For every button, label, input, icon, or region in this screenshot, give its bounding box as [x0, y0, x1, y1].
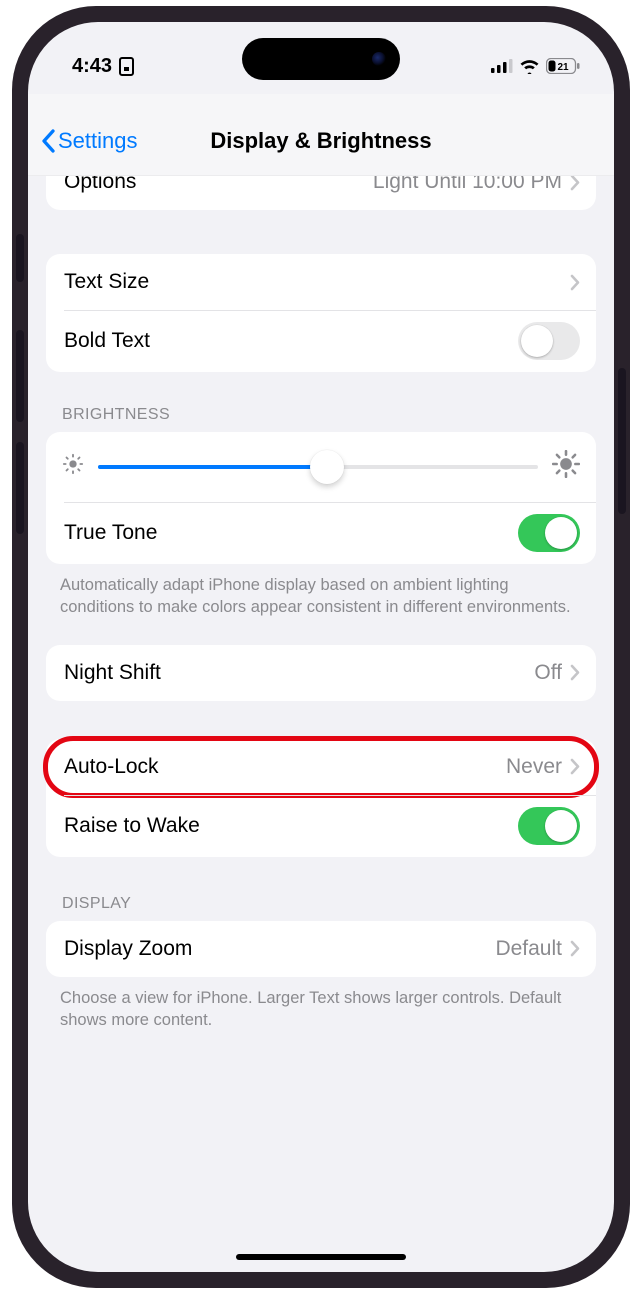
bold-text-switch[interactable]: [518, 322, 580, 360]
page-title: Display & Brightness: [210, 128, 431, 154]
brightness-slider[interactable]: [98, 465, 538, 469]
options-row[interactable]: Options Light Until 10:00 PM: [46, 176, 596, 210]
text-size-row[interactable]: Text Size: [46, 254, 596, 310]
display-zoom-value: Default: [495, 937, 562, 961]
content[interactable]: Options Light Until 10:00 PM Text Size B…: [28, 176, 614, 1260]
options-value: Light Until 10:00 PM: [373, 176, 562, 194]
side-button: [618, 368, 626, 514]
chevron-right-icon: [570, 176, 580, 191]
home-indicator[interactable]: [236, 1254, 406, 1260]
auto-lock-label: Auto-Lock: [64, 755, 506, 779]
brightness-thumb[interactable]: [310, 450, 344, 484]
raise-to-wake-label: Raise to Wake: [64, 814, 518, 838]
chevron-right-icon: [570, 664, 580, 681]
volume-up-button: [16, 330, 24, 422]
chevron-left-icon: [40, 129, 56, 153]
display-zoom-footer: Choose a view for iPhone. Larger Text sh…: [60, 987, 582, 1032]
cellular-icon: [491, 59, 513, 73]
text-group: Text Size Bold Text: [46, 254, 596, 372]
night-shift-value: Off: [534, 661, 562, 685]
text-size-label: Text Size: [64, 270, 570, 294]
auto-lock-row[interactable]: Auto-Lock Never: [46, 739, 596, 795]
chevron-right-icon: [570, 274, 580, 291]
true-tone-row: True Tone: [46, 502, 596, 564]
sim-icon: [119, 57, 134, 76]
sun-small-icon: [62, 453, 84, 481]
brightness-fill: [98, 465, 327, 469]
appearance-group: Options Light Until 10:00 PM: [46, 176, 596, 210]
brightness-header: BRIGHTNESS: [62, 406, 580, 424]
raise-to-wake-row: Raise to Wake: [46, 795, 596, 857]
chevron-right-icon: [570, 758, 580, 775]
status-right: 21: [491, 58, 580, 74]
mute-switch: [16, 234, 24, 282]
svg-text:21: 21: [557, 62, 569, 73]
brightness-slider-row: [46, 432, 596, 502]
night-shift-row[interactable]: Night Shift Off: [46, 645, 596, 701]
phone-frame: 4:43 21: [12, 6, 630, 1288]
brightness-group: True Tone: [46, 432, 596, 564]
wifi-icon: [519, 59, 540, 74]
display-zoom-row[interactable]: Display Zoom Default: [46, 921, 596, 977]
status-time: 4:43: [72, 55, 112, 78]
true-tone-label: True Tone: [64, 521, 518, 545]
screen: 4:43 21: [28, 22, 614, 1272]
header: Settings Display & Brightness: [28, 94, 614, 176]
sun-large-icon: [552, 450, 580, 484]
night-shift-label: Night Shift: [64, 661, 534, 685]
display-header: DISPLAY: [62, 895, 580, 913]
battery-icon: 21: [546, 58, 580, 74]
back-label: Settings: [58, 128, 138, 154]
auto-lock-value: Never: [506, 755, 562, 779]
lock-group: Auto-Lock Never Raise to Wake: [46, 739, 596, 857]
chevron-right-icon: [570, 940, 580, 957]
bold-text-label: Bold Text: [64, 329, 518, 353]
status-bar: 4:43 21: [28, 44, 614, 88]
back-button[interactable]: Settings: [40, 128, 138, 154]
options-label: Options: [64, 176, 373, 194]
volume-down-button: [16, 442, 24, 534]
display-zoom-label: Display Zoom: [64, 937, 495, 961]
status-left: 4:43: [72, 55, 134, 78]
true-tone-switch[interactable]: [518, 514, 580, 552]
bold-text-row: Bold Text: [46, 310, 596, 372]
true-tone-footer: Automatically adapt iPhone display based…: [60, 574, 582, 619]
raise-to-wake-switch[interactable]: [518, 807, 580, 845]
night-shift-group: Night Shift Off: [46, 645, 596, 701]
display-group: Display Zoom Default: [46, 921, 596, 977]
